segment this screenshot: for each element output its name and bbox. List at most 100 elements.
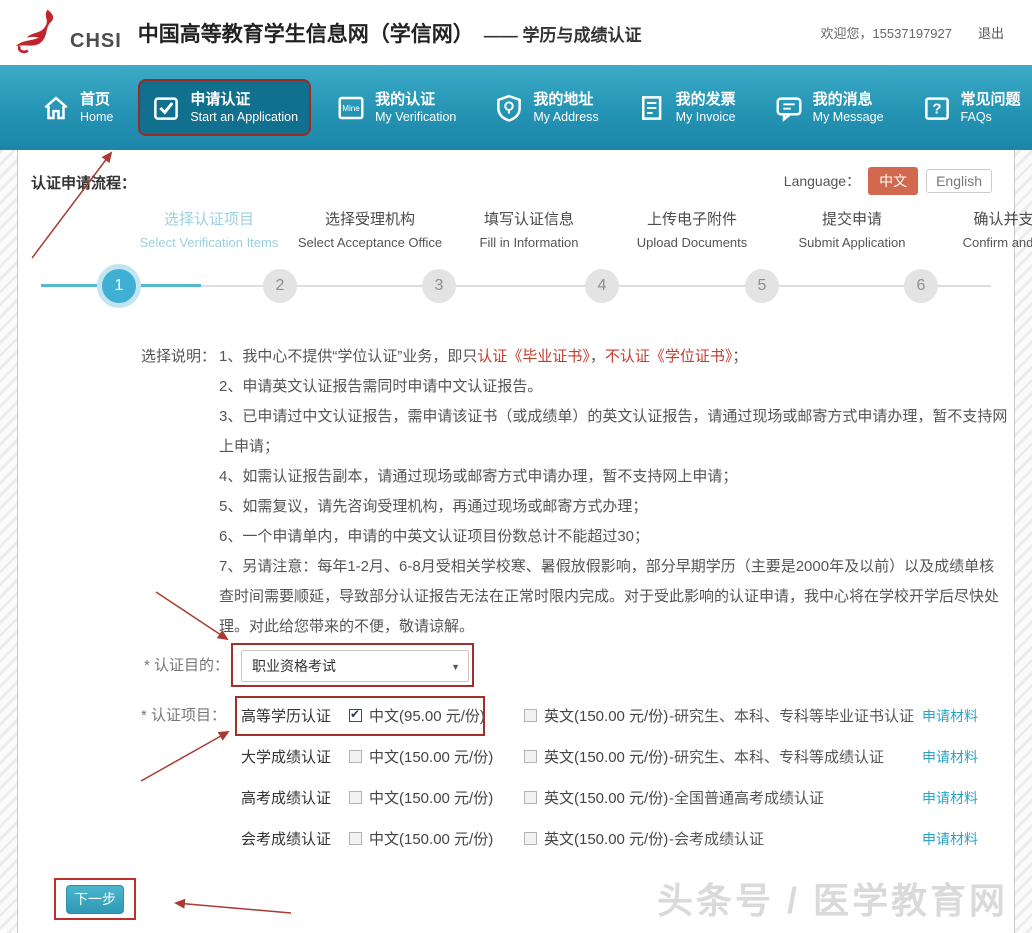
next-step-button[interactable]: 下一步 bbox=[66, 885, 124, 914]
english-option-label: 英文(150.00 元/份) bbox=[544, 746, 668, 767]
item-name: 高等学历认证 bbox=[241, 705, 349, 726]
nav-item-label-zh: 我的认证 bbox=[375, 90, 456, 110]
checkbox-icon bbox=[151, 93, 181, 123]
chinese-checkbox[interactable] bbox=[349, 791, 362, 804]
site-title: 中国高等教育学生信息网（学信网） —— 学历与成绩认证 bbox=[138, 18, 642, 48]
steps: 选择认证项目 Select Verification Items 1 选择受理机… bbox=[18, 208, 1014, 320]
nav-item-labels: 首页 Home bbox=[80, 90, 113, 126]
verification-item-row: 高等学历认证 中文(95.00 元/份) 英文(150.00 元/份) -研究生… bbox=[18, 695, 1014, 736]
english-option: 英文(150.00 元/份) bbox=[524, 705, 669, 726]
nav-item-label-en: My Verification bbox=[375, 109, 456, 125]
process-step-1: 选择认证项目 Select Verification Items 1 bbox=[29, 208, 209, 320]
content-background: 认证申请流程： Language： 中文 English 选择认证项目 Sele… bbox=[0, 150, 1032, 933]
svg-text:Mine: Mine bbox=[342, 104, 360, 113]
welcome-text: 欢迎您，15537197927 bbox=[820, 23, 952, 42]
application-materials-link[interactable]: 申请材料 bbox=[922, 747, 978, 767]
english-checkbox[interactable] bbox=[524, 750, 537, 763]
purpose-select[interactable]: 职业资格考试 ▼ bbox=[241, 650, 469, 682]
nav-item-my-verification[interactable]: Mine 我的认证 My Verification bbox=[323, 79, 469, 137]
application-materials-link[interactable]: 申请材料 bbox=[922, 706, 978, 726]
verification-item-row: 高考成绩认证 中文(150.00 元/份) 英文(150.00 元/份) -全国… bbox=[18, 777, 1014, 818]
nav-item-label-en: Start an Application bbox=[190, 109, 298, 125]
watermark-text: 头条号 / 医学教育网 bbox=[657, 872, 1008, 924]
chevron-down-icon: ▼ bbox=[451, 652, 460, 682]
nav-bar: 首页 Home 申请认证 Start an Application Mine 我… bbox=[0, 65, 1032, 150]
nav-item-label-zh: 常见问题 bbox=[961, 90, 1021, 110]
nav-item-start-an-application[interactable]: 申请认证 Start an Application bbox=[138, 79, 311, 137]
english-checkbox[interactable] bbox=[524, 791, 537, 804]
nav-item-label-en: My Address bbox=[533, 109, 598, 125]
chinese-option: 中文(150.00 元/份) bbox=[349, 787, 524, 808]
english-option-label: 英文(150.00 元/份) bbox=[544, 705, 668, 726]
note-line: 5、如需复议，请先咨询受理机构，再通过现场或邮寄方式办理； bbox=[219, 492, 1009, 522]
item-name: 会考成绩认证 bbox=[241, 828, 349, 849]
chinese-option-label: 中文(150.00 元/份) bbox=[369, 746, 493, 767]
item-name: 大学成绩认证 bbox=[241, 746, 349, 767]
english-option-label: 英文(150.00 元/份) bbox=[544, 787, 668, 808]
application-materials-link[interactable]: 申请材料 bbox=[922, 788, 978, 808]
step-number-circle: 2 bbox=[263, 269, 297, 303]
english-option: 英文(150.00 元/份) bbox=[524, 828, 669, 849]
chsi-logo-icon bbox=[12, 8, 68, 58]
nav-item-labels: 我的消息 My Message bbox=[813, 90, 884, 126]
nav-item-my-message[interactable]: 我的消息 My Message bbox=[761, 79, 897, 137]
step-number-circle: 3 bbox=[422, 269, 456, 303]
question-icon: ? bbox=[922, 93, 952, 123]
chinese-option: 中文(150.00 元/份) bbox=[349, 746, 524, 767]
note-line: 2、申请英文认证报告需同时申请中文认证报告。 bbox=[219, 372, 1009, 402]
nav-item-labels: 我的认证 My Verification bbox=[375, 90, 456, 126]
purpose-select-value: 职业资格考试 bbox=[252, 658, 336, 674]
content-box: 认证申请流程： Language： 中文 English 选择认证项目 Sele… bbox=[17, 150, 1015, 933]
item-description: -研究生、本科、专科等毕业证书认证 bbox=[669, 705, 914, 726]
english-option-label: 英文(150.00 元/份) bbox=[544, 828, 668, 849]
application-materials-link[interactable]: 申请材料 bbox=[922, 829, 978, 849]
nav-item-label-zh: 我的发票 bbox=[676, 90, 736, 110]
note-line: 3、已申请过中文认证报告，需申请该证书（或成绩单）的英文认证报告，请通过现场或邮… bbox=[219, 402, 1009, 462]
purpose-label: * 认证目的： bbox=[144, 650, 241, 682]
item-name: 高考成绩认证 bbox=[241, 787, 349, 808]
nav-item-my-address[interactable]: 我的地址 My Address bbox=[481, 79, 611, 137]
nav-item-my-invoice[interactable]: 我的发票 My Invoice bbox=[624, 79, 749, 137]
item-description: -全国普通高考成绩认证 bbox=[669, 787, 824, 808]
nav-item-label-en: Home bbox=[80, 109, 113, 125]
notes-list: 1、我中心不提供“学位认证”业务，即只认证《毕业证书》，不认证《学位证书》；2、… bbox=[219, 342, 1009, 642]
site-title-main: 中国高等教育学生信息网（学信网） bbox=[138, 23, 474, 46]
chinese-checkbox[interactable] bbox=[349, 750, 362, 763]
process-step-4: 上传电子附件 Upload Documents 4 bbox=[512, 208, 692, 320]
flow-title: 认证申请流程： bbox=[31, 172, 136, 193]
logout-link[interactable]: 退出 bbox=[978, 23, 1004, 42]
english-checkbox[interactable] bbox=[524, 832, 537, 845]
chinese-checkbox[interactable] bbox=[349, 709, 362, 722]
note-line: 4、如需认证报告副本，请通过现场或邮寄方式申请办理，暂不支持网上申请； bbox=[219, 462, 1009, 492]
verification-item-row: 大学成绩认证 中文(150.00 元/份) 英文(150.00 元/份) -研究… bbox=[18, 736, 1014, 777]
step-label-zh: 确认并支付 bbox=[921, 208, 1032, 229]
nav-item-label-zh: 我的地址 bbox=[533, 90, 598, 110]
svg-text:?: ? bbox=[932, 100, 941, 117]
verification-item-row: 会考成绩认证 中文(150.00 元/份) 英文(150.00 元/份) -会考… bbox=[18, 818, 1014, 859]
nav-item-labels: 常见问题 FAQs bbox=[961, 90, 1021, 126]
nav-item-label-zh: 首页 bbox=[80, 90, 113, 110]
site-subtitle: —— 学历与成绩认证 bbox=[484, 26, 642, 45]
language-english-button[interactable]: English bbox=[926, 169, 992, 193]
english-option: 英文(150.00 元/份) bbox=[524, 787, 669, 808]
notes-label: 选择说明： bbox=[141, 342, 219, 642]
nav-item-home[interactable]: 首页 Home bbox=[28, 79, 126, 137]
invoice-icon bbox=[637, 93, 667, 123]
site-header: CHSI 中国高等教育学生信息网（学信网）—— 学历与成绩认证 欢迎您，1553… bbox=[0, 0, 1032, 65]
nav-item-label-en: My Invoice bbox=[676, 109, 736, 125]
note-line: 7、另请注意：每年1-2月、6-8月受相关学校寒、暑假放假影响，部分早期学历（主… bbox=[219, 552, 1009, 642]
location-shield-icon bbox=[494, 93, 524, 123]
language-switcher: Language： 中文 English bbox=[784, 167, 992, 195]
nav-item-faqs[interactable]: ? 常见问题 FAQs bbox=[909, 79, 1032, 137]
step-number-circle: 4 bbox=[585, 269, 619, 303]
nav-item-label-zh: 申请认证 bbox=[190, 90, 298, 110]
chinese-option: 中文(150.00 元/份) bbox=[349, 828, 524, 849]
selection-notes: 选择说明： 1、我中心不提供“学位认证”业务，即只认证《毕业证书》，不认证《学位… bbox=[141, 342, 1009, 642]
english-checkbox[interactable] bbox=[524, 709, 537, 722]
language-chinese-button[interactable]: 中文 bbox=[868, 167, 918, 195]
nav-item-label-en: FAQs bbox=[961, 109, 1021, 125]
chinese-checkbox[interactable] bbox=[349, 832, 362, 845]
english-option: 英文(150.00 元/份) bbox=[524, 746, 669, 767]
chinese-option-label: 中文(150.00 元/份) bbox=[369, 787, 493, 808]
message-icon bbox=[774, 93, 804, 123]
